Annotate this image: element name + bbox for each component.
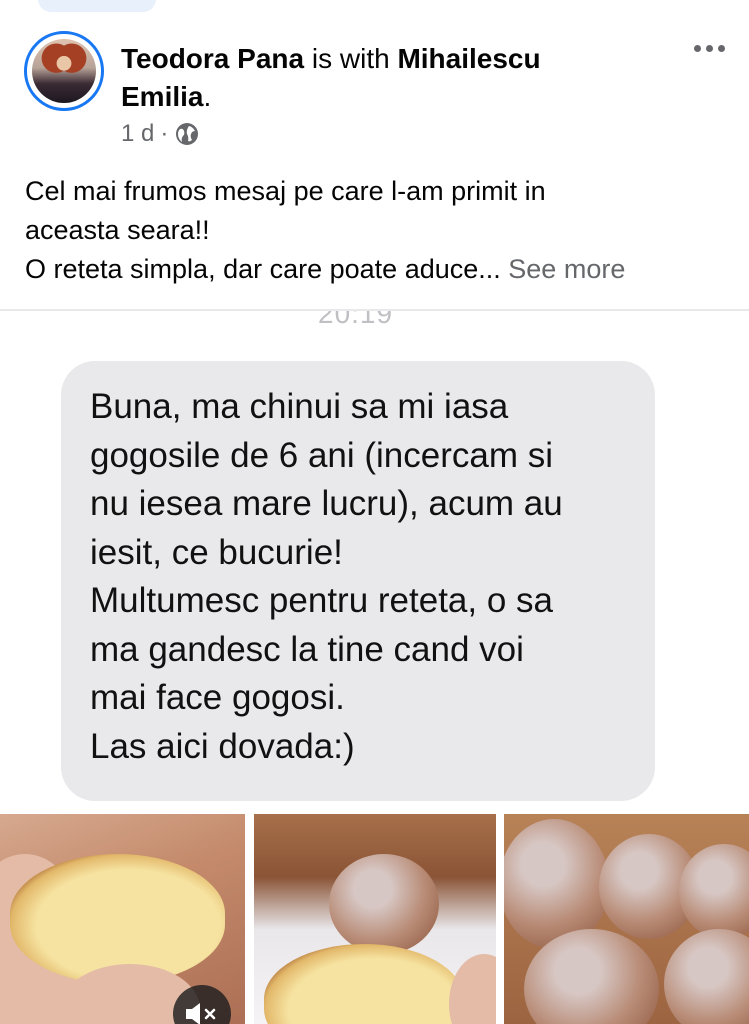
- message-line: ma gandesc la tine cand voi: [90, 629, 524, 669]
- post-header: Teodora Pana is with Mihailescu Emilia.: [121, 40, 661, 116]
- message-line: nu iesea mare lucru), acum au: [90, 484, 563, 523]
- photo-donut-pile[interactable]: [504, 814, 749, 1024]
- more-options-icon[interactable]: [692, 36, 728, 60]
- meta-separator: ·: [160, 120, 169, 147]
- message-line: Buna, ma chinui sa mi iasa: [90, 387, 509, 426]
- message-line: gogosile de 6 ani (incercam si: [90, 435, 554, 475]
- top-pill: [38, 0, 156, 12]
- post-time[interactable]: 1 d: [121, 120, 154, 148]
- post-meta: 1 d ·: [121, 120, 200, 148]
- message-line: mai face gogosi.: [90, 678, 345, 717]
- post-text-line-3: O reteta simpla, dar care poate aduce...…: [25, 250, 725, 289]
- author-avatar[interactable]: [24, 31, 104, 111]
- post-text: Cel mai frumos mesaj pe care l-am primit…: [25, 172, 725, 289]
- hand-shape: [449, 954, 496, 1024]
- photo-divider: [0, 804, 749, 814]
- message-text: Buna, ma chinui sa mi iasa gogosile de 6…: [90, 383, 650, 771]
- message-bubble: Buna, ma chinui sa mi iasa gogosile de 6…: [61, 361, 655, 801]
- see-more-link[interactable]: See more: [508, 254, 625, 284]
- post-text-line: aceasta seara!!: [25, 215, 210, 245]
- message-line: Las aici dovada:): [90, 726, 355, 766]
- photo-donut-plate[interactable]: [254, 814, 496, 1024]
- avatar-photo: [32, 39, 96, 103]
- message-screenshot[interactable]: 20:19 Buna, ma chinui sa mi iasa gogosil…: [0, 311, 749, 804]
- with-text: is with: [304, 43, 398, 74]
- post-text-line: Cel mai frumos mesaj pe care l-am primit…: [25, 176, 546, 206]
- post-text-line: O reteta simpla, dar care poate aduce...: [25, 254, 501, 284]
- message-line: Multumesc pentru reteta, o sa: [90, 581, 553, 620]
- donut-shape: [664, 929, 749, 1024]
- message-timestamp: 20:19: [318, 311, 394, 329]
- donut-shape: [264, 944, 464, 1024]
- tagged-name-line2[interactable]: Emilia: [121, 81, 203, 112]
- globe-icon: [174, 121, 200, 147]
- tagged-name[interactable]: Mihailescu: [397, 43, 540, 74]
- author-name[interactable]: Teodora Pana: [121, 43, 304, 74]
- donut-shape: [329, 854, 439, 954]
- message-line: iesit, ce bucurie!: [90, 532, 343, 572]
- header-period: .: [203, 81, 212, 112]
